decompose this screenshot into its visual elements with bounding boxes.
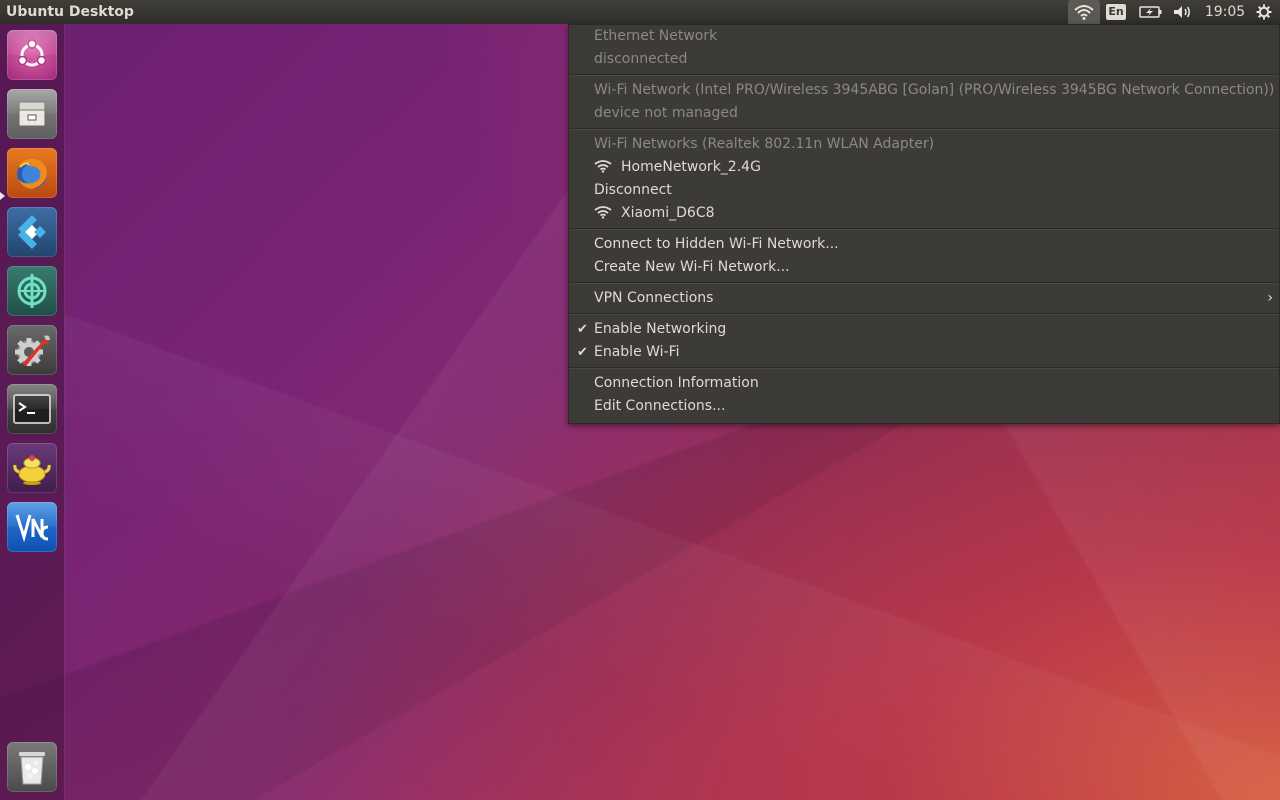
enable-networking-label: Enable Networking [594, 321, 727, 337]
gear-icon [1256, 4, 1272, 20]
wifi-adapter-2-header: Wi-Fi Networks (Realtek 802.11n WLAN Ada… [594, 136, 935, 152]
battery-charging-icon [1139, 6, 1162, 18]
firefox-icon [17, 158, 47, 189]
battery-indicator[interactable] [1136, 0, 1166, 24]
wifi-signal-icon [594, 206, 612, 219]
menu-separator [569, 228, 1279, 230]
file-cabinet-icon [18, 101, 46, 127]
session-menu[interactable] [1252, 0, 1276, 24]
connection-information-item[interactable]: Connection Information [569, 372, 1279, 395]
launcher-trash[interactable] [7, 742, 57, 792]
vnc-icon [15, 514, 49, 543]
settings-wrench-icon [15, 335, 50, 366]
volume-icon [1174, 6, 1190, 18]
ethernet-header: Ethernet Network [594, 28, 718, 44]
launcher-dash-home[interactable] [7, 30, 57, 80]
menu-separator [569, 74, 1279, 76]
terminal-icon [13, 394, 51, 424]
network-menu: Ethernet Network disconnected Wi-Fi Netw… [568, 24, 1280, 424]
connect-hidden-wifi-item[interactable]: Connect to Hidden Wi-Fi Network... [569, 233, 1279, 256]
top-panel: Ubuntu Desktop En 19:05 [0, 0, 1280, 24]
wifi-network-item[interactable]: HomeNetwork_2.4G [569, 156, 1279, 179]
launcher-crosshair-app[interactable] [7, 266, 57, 316]
ubuntu-logo-icon [17, 39, 47, 67]
create-new-wifi-item[interactable]: Create New Wi-Fi Network... [569, 256, 1279, 279]
edit-connections-item[interactable]: Edit Connections... [569, 395, 1279, 418]
menu-separator [569, 282, 1279, 284]
launcher-system-settings[interactable] [7, 325, 57, 375]
clock[interactable]: 19:05 [1202, 0, 1248, 24]
checkmark-icon: ✔ [577, 322, 588, 337]
launcher-kodi[interactable] [7, 207, 57, 257]
enable-networking-item[interactable]: ✔ Enable Networking [569, 318, 1279, 341]
language-badge: En [1106, 4, 1126, 20]
trash-icon [19, 752, 45, 785]
keyboard-layout-indicator[interactable]: En [1104, 0, 1128, 24]
network-indicator[interactable] [1068, 0, 1100, 24]
enable-wifi-item[interactable]: ✔ Enable Wi-Fi [569, 341, 1279, 364]
wifi-signal-icon [594, 160, 612, 173]
kodi-icon [18, 215, 46, 249]
vpn-connections-label: VPN Connections [594, 290, 714, 306]
wifi-network-item[interactable]: Xiaomi_D6C8 [569, 202, 1279, 225]
menu-separator [569, 313, 1279, 315]
ethernet-status: disconnected [594, 51, 688, 67]
disconnect-item[interactable]: Disconnect [569, 179, 1279, 202]
vpn-connections-item[interactable]: VPN Connections › [569, 287, 1279, 310]
menu-separator [569, 128, 1279, 130]
wifi-network-name: HomeNetwork_2.4G [621, 159, 761, 175]
launcher-terminal[interactable] [7, 384, 57, 434]
launcher [0, 24, 65, 800]
crosshair-app-icon [17, 274, 47, 308]
enable-wifi-label: Enable Wi-Fi [594, 344, 680, 360]
launcher-firefox[interactable] [7, 148, 57, 198]
sound-indicator[interactable] [1170, 0, 1196, 24]
launcher-genie[interactable] [7, 443, 57, 493]
wifi-icon [1074, 5, 1094, 20]
launcher-files[interactable] [7, 89, 57, 139]
wifi-adapter-1-status: device not managed [594, 105, 738, 121]
wifi-network-name: Xiaomi_D6C8 [621, 205, 715, 221]
wifi-adapter-1-header: Wi-Fi Network (Intel PRO/Wireless 3945AB… [594, 82, 1275, 98]
teapot-icon [13, 455, 51, 485]
launcher-vnc-viewer[interactable] [7, 502, 57, 552]
checkmark-icon: ✔ [577, 345, 588, 360]
menu-separator [569, 367, 1279, 369]
chevron-right-icon: › [1267, 290, 1273, 306]
running-indicator [0, 192, 5, 200]
window-title: Ubuntu Desktop [6, 4, 134, 20]
